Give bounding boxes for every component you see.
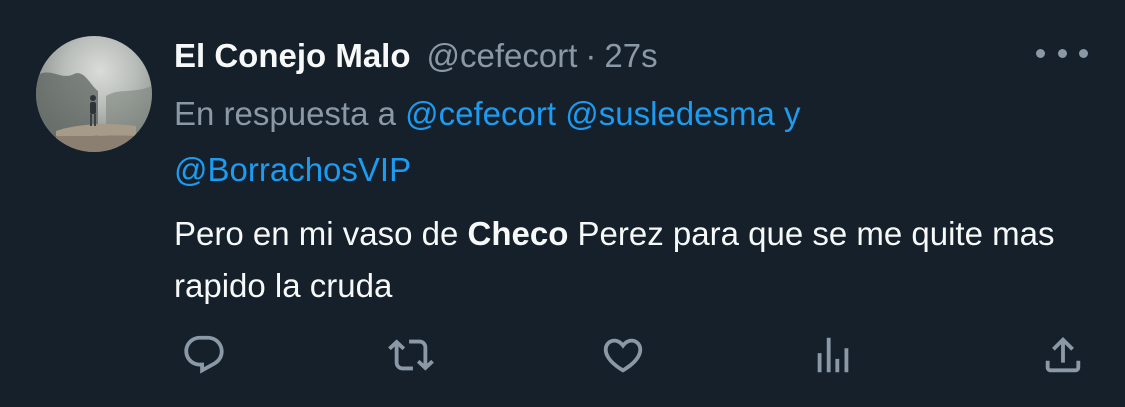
reply-mention-2[interactable]: @susledesma bbox=[565, 95, 775, 132]
avatar[interactable] bbox=[36, 36, 152, 152]
reply-mention-3[interactable]: @BorrachosVIP bbox=[174, 151, 411, 188]
retweet-button[interactable] bbox=[386, 330, 436, 380]
share-icon bbox=[1045, 336, 1081, 373]
reply-icon bbox=[184, 335, 224, 374]
tweet-header: El Conejo Malo @cefecort · 27s bbox=[174, 34, 658, 78]
display-name[interactable]: El Conejo Malo bbox=[174, 37, 411, 75]
reply-prefix: En respuesta a bbox=[174, 95, 396, 132]
reply-button[interactable] bbox=[179, 330, 229, 380]
more-horizontal-icon bbox=[1036, 48, 1045, 58]
tweet-text-start: Pero en mi vaso de bbox=[174, 215, 459, 252]
retweet-icon bbox=[388, 339, 434, 371]
like-button[interactable] bbox=[598, 330, 648, 380]
avatar-photo bbox=[36, 72, 152, 152]
tweet-text: Pero en mi vaso de Checo Perez para que … bbox=[174, 208, 1074, 312]
action-bar bbox=[0, 330, 1125, 380]
user-handle[interactable]: @cefecort bbox=[427, 37, 578, 75]
reply-context: En respuesta a @cefecort @susledesma y @… bbox=[174, 86, 994, 198]
tweet: El Conejo Malo @cefecort · 27s En respue… bbox=[0, 0, 1125, 407]
separator-dot: · bbox=[585, 37, 597, 74]
timestamp[interactable]: 27s bbox=[604, 37, 657, 75]
share-button[interactable] bbox=[1038, 330, 1088, 380]
views-button[interactable] bbox=[808, 330, 858, 380]
reply-mention-1[interactable]: @cefecort bbox=[405, 95, 556, 132]
like-icon bbox=[603, 338, 643, 373]
tweet-text-bold: Checo bbox=[467, 215, 569, 252]
views-icon bbox=[817, 337, 849, 373]
reply-conjunction: y bbox=[783, 95, 801, 132]
more-options-button[interactable] bbox=[1036, 40, 1088, 66]
